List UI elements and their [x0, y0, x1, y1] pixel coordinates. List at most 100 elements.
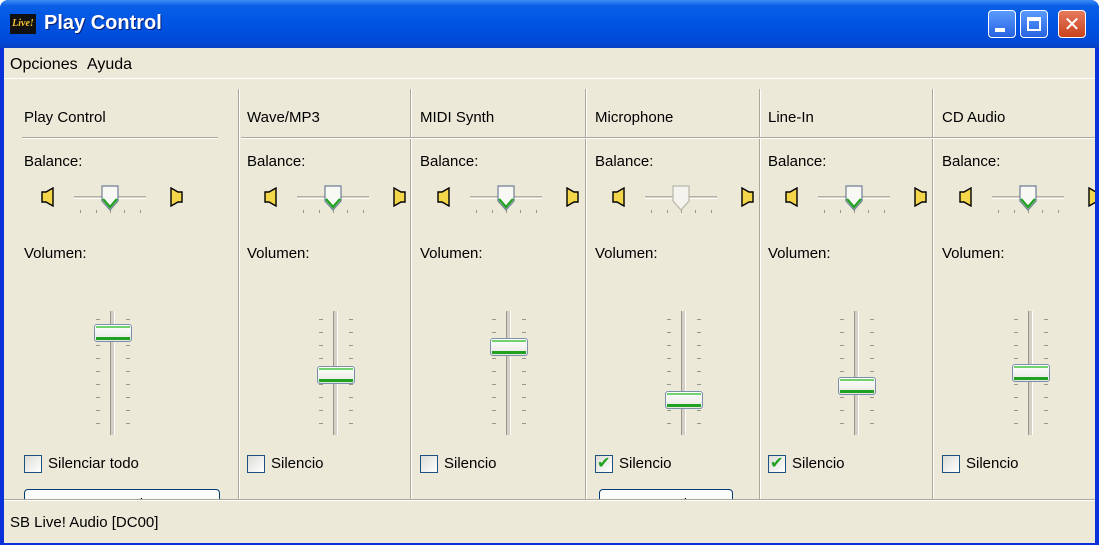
volume-tick	[522, 332, 526, 333]
checkmark-icon: ✔	[770, 453, 784, 472]
volume-tick	[667, 319, 671, 320]
mute-checkbox-row[interactable]: ✔ Silencio	[768, 453, 928, 475]
volume-label: Volumen:	[247, 245, 310, 262]
volume-tick	[667, 384, 671, 385]
volume-slider[interactable]	[484, 311, 534, 435]
volume-slider[interactable]	[88, 311, 138, 435]
speaker-right-icon	[389, 186, 409, 208]
balance-thumb[interactable]	[100, 185, 120, 211]
volume-tick	[319, 345, 323, 346]
mute-checkbox-row[interactable]: Silencio	[942, 455, 1095, 475]
volume-tick	[126, 410, 130, 411]
volume-thumb[interactable]	[1012, 364, 1050, 382]
volume-tick	[840, 410, 844, 411]
volume-thumb[interactable]	[838, 377, 876, 395]
volume-label: Volumen:	[420, 245, 483, 262]
speaker-left-icon	[261, 186, 281, 208]
volume-tick	[697, 319, 701, 320]
balance-tick	[651, 210, 652, 213]
volume-tick	[349, 345, 353, 346]
mute-checkbox[interactable]	[24, 455, 42, 473]
volume-tick	[96, 423, 100, 424]
volume-slider[interactable]	[311, 311, 361, 435]
volume-tick	[870, 371, 874, 372]
mute-checkbox-row[interactable]: ✔ Silencio	[595, 453, 755, 475]
balance-tick	[1014, 210, 1015, 213]
balance-slider[interactable]	[645, 185, 717, 215]
balance-slider[interactable]	[74, 185, 146, 215]
volume-tick	[492, 332, 496, 333]
mute-checkbox-row[interactable]: Silenciar todo	[24, 455, 184, 475]
column-separator	[238, 89, 240, 501]
volume-tick	[1044, 384, 1048, 385]
balance-thumb[interactable]	[844, 185, 864, 211]
balance-thumb[interactable]	[671, 185, 691, 211]
close-button[interactable]: ✕	[1058, 10, 1086, 38]
title-bar[interactable]: Live! Play Control ✕	[0, 0, 1099, 48]
volume-tick	[349, 410, 353, 411]
volume-tick	[870, 345, 874, 346]
minimize-button[interactable]	[988, 10, 1016, 38]
balance-slider[interactable]	[992, 185, 1064, 215]
volume-tick	[667, 423, 671, 424]
mute-checkbox[interactable]	[247, 455, 265, 473]
volume-tick	[1044, 410, 1048, 411]
balance-tick	[884, 210, 885, 213]
column-separator	[585, 89, 587, 501]
menu-opciones[interactable]: Opciones	[10, 56, 78, 74]
volume-thumb[interactable]	[317, 366, 355, 384]
balance-tick	[492, 210, 493, 213]
menu-bar: Opciones Ayuda	[4, 48, 1095, 79]
volume-tick	[319, 410, 323, 411]
speaker-right-icon	[562, 186, 582, 208]
volume-tick	[840, 358, 844, 359]
volume-thumb[interactable]	[665, 391, 703, 409]
channel-title: CD Audio	[942, 109, 1006, 126]
volume-tick	[870, 410, 874, 411]
volume-tick	[126, 423, 130, 424]
volume-tick	[870, 358, 874, 359]
balance-slider[interactable]	[818, 185, 890, 215]
mute-label: Silencio	[271, 455, 324, 472]
status-text: SB Live! Audio [DC00]	[10, 514, 159, 531]
balance-tick	[824, 210, 825, 213]
volume-thumb[interactable]	[490, 338, 528, 356]
volume-tick	[126, 358, 130, 359]
volume-tick	[667, 332, 671, 333]
speaker-right-icon	[910, 186, 930, 208]
volume-tick	[492, 397, 496, 398]
balance-label: Balance:	[595, 153, 654, 170]
channel-title: Line-In	[768, 109, 814, 126]
mute-checkbox[interactable]	[420, 455, 438, 473]
volume-slider[interactable]	[832, 311, 882, 435]
volume-tick	[1014, 345, 1018, 346]
volume-tick	[319, 423, 323, 424]
balance-tick	[303, 210, 304, 213]
menu-ayuda[interactable]: Ayuda	[87, 56, 132, 74]
balance-thumb[interactable]	[1018, 185, 1038, 211]
channels-3-column: Line-In Balance: Volumen: ✔ Silencio	[762, 79, 932, 499]
volume-slider[interactable]	[1006, 311, 1056, 435]
volume-tick	[349, 319, 353, 320]
volume-tick	[1014, 358, 1018, 359]
balance-thumb[interactable]	[323, 185, 343, 211]
mute-checkbox-row[interactable]: Silencio	[420, 455, 580, 475]
balance-tick	[536, 210, 537, 213]
balance-tick	[476, 210, 477, 213]
volume-tick	[96, 345, 100, 346]
volume-label: Volumen:	[24, 245, 87, 262]
balance-slider[interactable]	[470, 185, 542, 215]
volume-tick	[840, 423, 844, 424]
balance-tick	[347, 210, 348, 213]
maximize-button[interactable]	[1020, 10, 1048, 38]
volume-slider[interactable]	[659, 311, 709, 435]
volume-thumb[interactable]	[94, 324, 132, 342]
mute-checkbox[interactable]: ✔	[595, 453, 613, 473]
volume-track	[854, 311, 859, 435]
mute-checkbox[interactable]: ✔	[768, 453, 786, 473]
balance-thumb[interactable]	[496, 185, 516, 211]
column-separator	[759, 89, 761, 501]
mute-checkbox[interactable]	[942, 455, 960, 473]
balance-slider[interactable]	[297, 185, 369, 215]
mute-checkbox-row[interactable]: Silencio	[247, 455, 407, 475]
